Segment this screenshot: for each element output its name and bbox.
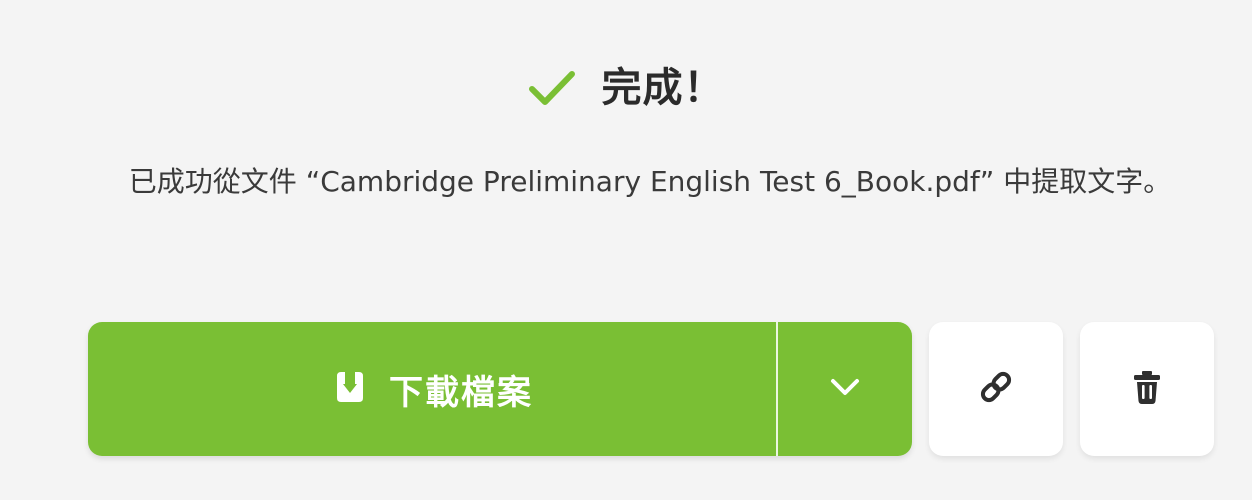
download-icon [331,370,369,408]
status-title: 完成！ [601,65,725,111]
download-button-group: 下載檔案 [88,322,912,456]
download-options-button[interactable] [778,322,912,456]
download-label: 下載檔案 [389,372,533,413]
completion-panel: 完成！ 已成功從文件 “Cambridge Preliminary Englis… [0,0,1252,500]
link-icon [976,367,1016,411]
trash-icon [1128,367,1166,411]
status-header: 完成！ [0,58,1252,118]
action-bar: 下載檔案 [88,322,1214,456]
delete-button[interactable] [1080,322,1214,456]
success-message: 已成功從文件 “Cambridge Preliminary English Te… [128,165,1172,198]
chevron-down-icon [828,376,862,402]
share-link-button[interactable] [929,322,1063,456]
download-button[interactable]: 下載檔案 [88,322,776,456]
check-icon [528,68,576,108]
